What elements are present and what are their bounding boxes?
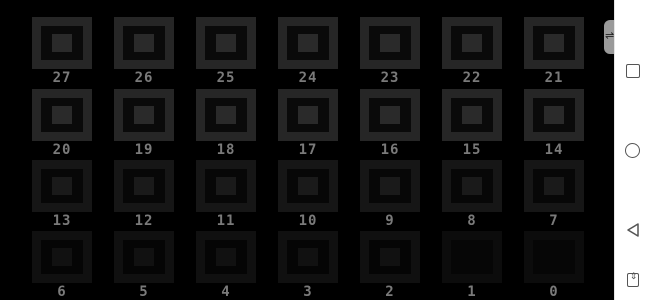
level-tile[interactable]: 3 (278, 231, 338, 300)
tile-core (380, 177, 400, 195)
tile-number: 0 (549, 284, 559, 300)
level-tile[interactable]: 8 (442, 160, 502, 229)
tile-core (134, 106, 154, 124)
tile-core (52, 106, 72, 124)
level-tile[interactable]: 9 (360, 160, 420, 229)
tile-core (298, 177, 318, 195)
back-button[interactable] (624, 221, 642, 239)
expand-button[interactable]: ⇕ (624, 272, 642, 291)
tile-core (462, 34, 482, 52)
level-tile[interactable]: 2 (360, 231, 420, 300)
tile-number: 23 (380, 70, 400, 86)
tile-core (462, 177, 482, 195)
tile-number: 4 (221, 284, 231, 300)
tile-number: 24 (298, 70, 318, 86)
tile-number: 22 (462, 70, 482, 86)
tile-number: 14 (544, 142, 564, 158)
tile-number: 25 (216, 70, 236, 86)
tile-number: 3 (303, 284, 313, 300)
level-tile[interactable]: 27 (32, 17, 92, 86)
tile-number: 21 (544, 70, 564, 86)
level-tile[interactable]: 18 (196, 89, 256, 158)
tile-core (298, 34, 318, 52)
level-tile[interactable]: 26 (114, 17, 174, 86)
tile-number: 5 (139, 284, 149, 300)
tile-number: 12 (134, 213, 154, 229)
level-tile[interactable]: 22 (442, 17, 502, 86)
square-icon (626, 64, 640, 78)
level-tile[interactable]: 14 (524, 89, 584, 158)
tile-core (216, 248, 236, 266)
level-tile[interactable]: 23 (360, 17, 420, 86)
tile-number: 26 (134, 70, 154, 86)
tile-number: 2 (385, 284, 395, 300)
tile-number: 18 (216, 142, 236, 158)
tile-core (298, 106, 318, 124)
tile-core (216, 34, 236, 52)
tile-number: 16 (380, 142, 400, 158)
tile-number: 19 (134, 142, 154, 158)
tile-core (462, 106, 482, 124)
tile-core (544, 106, 564, 124)
tile-number: 9 (385, 213, 395, 229)
level-tile[interactable]: 21 (524, 17, 584, 86)
level-tile[interactable]: 7 (524, 160, 584, 229)
tile-core (380, 106, 400, 124)
level-tile[interactable]: 11 (196, 160, 256, 229)
tile-frame (442, 231, 502, 283)
level-tile[interactable]: 4 (196, 231, 256, 300)
level-tile[interactable]: 16 (360, 89, 420, 158)
tile-number: 17 (298, 142, 318, 158)
level-tile[interactable]: 6 (32, 231, 92, 300)
level-tile[interactable]: 24 (278, 17, 338, 86)
level-tile[interactable]: 0 (524, 231, 584, 300)
home-button[interactable] (624, 142, 642, 160)
level-tile[interactable]: 19 (114, 89, 174, 158)
tile-core (134, 34, 154, 52)
recent-apps-button[interactable] (624, 62, 642, 80)
tile-number: 11 (216, 213, 236, 229)
level-tile[interactable]: 15 (442, 89, 502, 158)
tile-number: 27 (52, 70, 72, 86)
system-navigation-bar: ⇕ (614, 0, 650, 300)
tile-frame (524, 231, 584, 283)
tile-number: 6 (57, 284, 67, 300)
tile-core (52, 34, 72, 52)
level-grid: 27 26 25 24 23 22 21 20 19 18 17 16 15 14 13 12 11 10 9 8 7 6… (0, 0, 615, 300)
tile-number: 13 (52, 213, 72, 229)
swap-icon: ⇌ (605, 29, 615, 42)
tile-core (380, 248, 400, 266)
tile-number: 15 (462, 142, 482, 158)
tile-number: 1 (467, 284, 477, 300)
level-tile[interactable]: 5 (114, 231, 174, 300)
tile-number: 8 (467, 213, 477, 229)
level-tile[interactable]: 13 (32, 160, 92, 229)
tile-core (216, 106, 236, 124)
level-tile[interactable]: 10 (278, 160, 338, 229)
level-tile[interactable]: 25 (196, 17, 256, 86)
level-tile[interactable]: 12 (114, 160, 174, 229)
tile-core (298, 248, 318, 266)
tile-core (544, 34, 564, 52)
level-tile[interactable]: 20 (32, 89, 92, 158)
tile-core (52, 177, 72, 195)
tile-core (134, 248, 154, 266)
level-tile[interactable]: 17 (278, 89, 338, 158)
tile-number: 20 (52, 142, 72, 158)
tile-core (380, 34, 400, 52)
tile-core (134, 177, 154, 195)
tile-core (216, 177, 236, 195)
tile-number: 10 (298, 213, 318, 229)
tile-core (52, 248, 72, 266)
tile-number: 7 (549, 213, 559, 229)
triangle-back-icon (627, 223, 639, 237)
circle-icon (625, 143, 640, 158)
tile-core (544, 177, 564, 195)
level-tile[interactable]: 1 (442, 231, 502, 300)
